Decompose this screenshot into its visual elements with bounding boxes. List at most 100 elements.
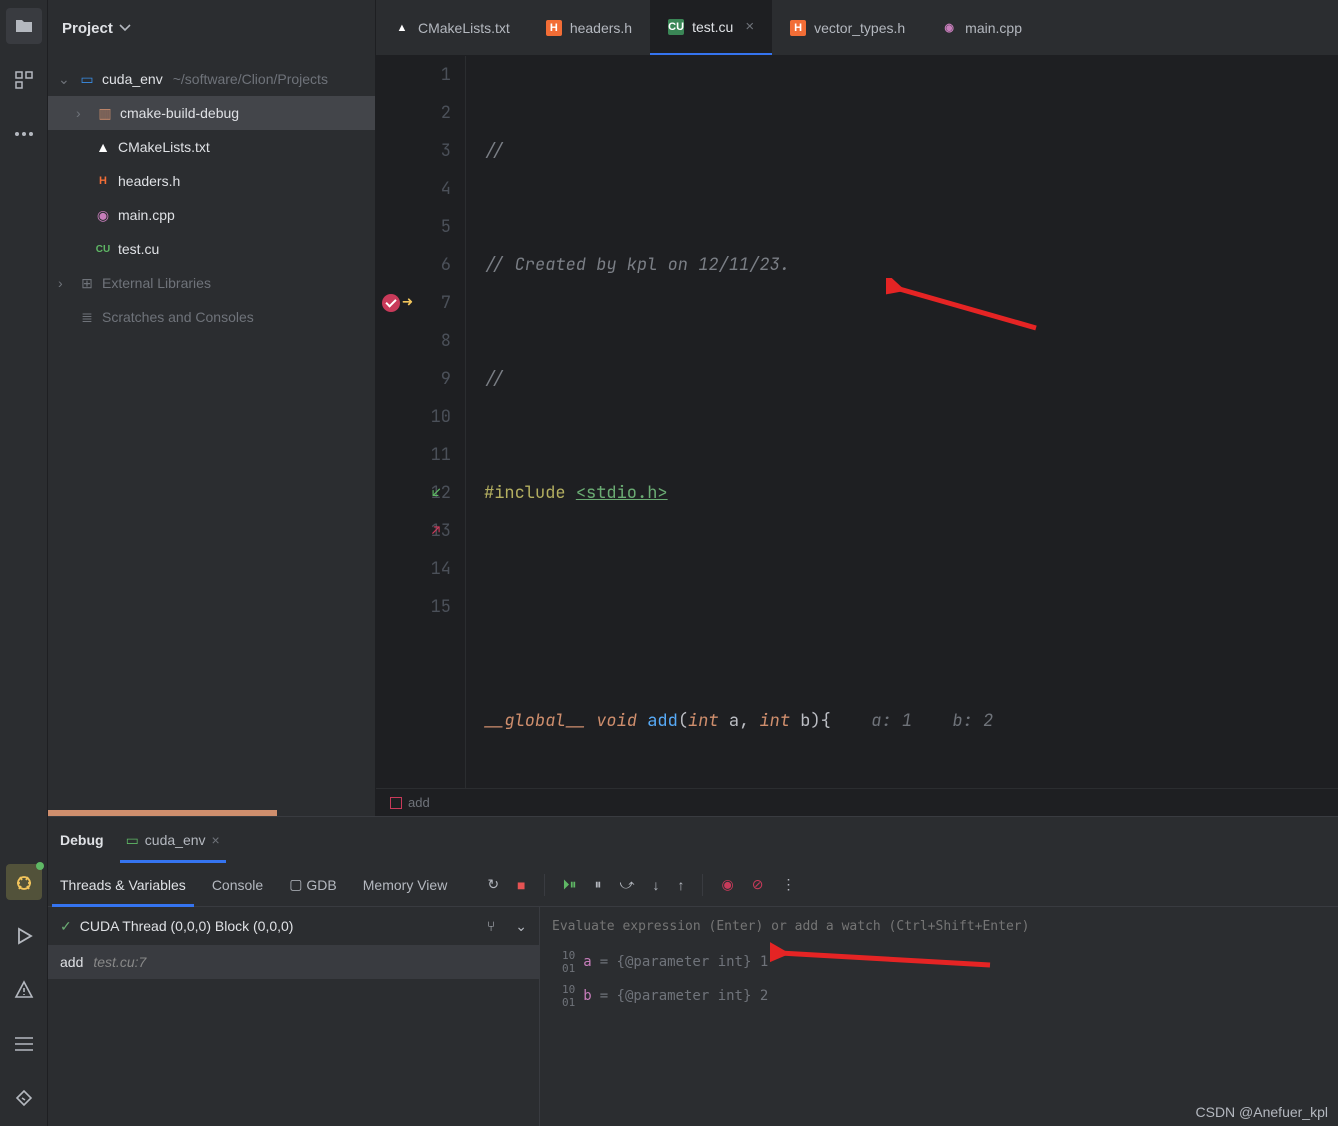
tab-testcu[interactable]: CUtest.cu× xyxy=(650,0,772,55)
more-icon[interactable] xyxy=(6,116,42,152)
line-number[interactable]: 5 xyxy=(376,208,451,246)
resume-icon[interactable]: ⏵⏸ xyxy=(563,876,577,893)
header-icon: H xyxy=(94,175,112,187)
module-icon: ▭ xyxy=(78,71,96,88)
pause-icon[interactable]: ⏸ xyxy=(595,876,602,893)
mute-breakpoints-icon[interactable]: ⊘ xyxy=(752,876,764,893)
frame-location: test.cu:7 xyxy=(93,954,146,970)
run-icon[interactable] xyxy=(6,918,42,954)
cpp-icon: ◉ xyxy=(94,207,112,224)
debug-tab[interactable]: Debug xyxy=(60,817,104,863)
line-number[interactable]: 4 xyxy=(376,170,451,208)
watermark: CSDN @Anefuer_kpl xyxy=(1196,1104,1329,1120)
annotation-arrow-1 xyxy=(886,278,1046,338)
nav-in-icon[interactable]: ↙ xyxy=(432,474,440,512)
var-type-icon: 1001 xyxy=(562,983,575,1009)
step-over-icon[interactable]: ⤻ xyxy=(620,876,635,893)
breadcrumb-bar: add xyxy=(376,788,1338,816)
code-view[interactable]: // // Created by kpl on 12/11/23. // #in… xyxy=(466,56,1338,788)
variable-row[interactable]: 1001 a = {@parameter int} 1 xyxy=(540,945,1338,979)
thread-label[interactable]: CUDA Thread (0,0,0) Block (0,0,0) xyxy=(80,918,294,934)
frame-fn: add xyxy=(60,954,83,970)
tree-folder[interactable]: › ▥ cmake-build-debug xyxy=(48,96,375,130)
problems-icon[interactable] xyxy=(6,972,42,1008)
debug-config-tab[interactable]: ▭ cuda_env × xyxy=(126,817,220,863)
close-icon[interactable]: × xyxy=(745,18,754,35)
view-breakpoints-icon[interactable]: ◉ xyxy=(721,876,733,893)
line-number[interactable]: 1 xyxy=(376,56,451,94)
tree-file[interactable]: ▲ CMakeLists.txt xyxy=(48,130,375,164)
check-icon: ✓ xyxy=(60,918,72,935)
line-number[interactable]: 2 xyxy=(376,94,451,132)
breadcrumb-fn[interactable]: add xyxy=(408,795,430,810)
chevron-down-icon xyxy=(119,24,131,32)
variable-row[interactable]: 1001 b = {@parameter int} 2 xyxy=(540,979,1338,1013)
chevron-right-icon: › xyxy=(58,275,72,291)
memory-tab[interactable]: Memory View xyxy=(363,863,448,907)
line-number[interactable]: 8 xyxy=(376,322,451,360)
project-tree: ⌄ ▭ cuda_env ~/software/Clion/Projects ›… xyxy=(48,56,375,810)
breadcrumb-icon xyxy=(390,797,402,809)
structure-icon[interactable] xyxy=(6,62,42,98)
annotation-arrow-2 xyxy=(770,939,1000,979)
tree-scratches[interactable]: ≣ Scratches and Consoles xyxy=(48,300,375,334)
chevron-right-icon: › xyxy=(76,105,90,121)
debug-panel: Debug ▭ cuda_env × Threads & Variables C… xyxy=(48,816,1338,1126)
step-into-icon[interactable]: ↓ xyxy=(652,877,659,893)
line-number[interactable]: 15 xyxy=(376,588,451,626)
tree-file[interactable]: CU test.cu xyxy=(48,232,375,266)
cu-icon: CU xyxy=(668,19,684,35)
tab-cmakelists[interactable]: ▲CMakeLists.txt xyxy=(376,0,528,55)
line-number[interactable]: 10 xyxy=(376,398,451,436)
cmake-icon: ▲ xyxy=(394,20,410,36)
folder-icon[interactable] xyxy=(6,8,42,44)
stack-frame[interactable]: add test.cu:7 xyxy=(48,945,539,979)
header-icon: H xyxy=(790,20,806,36)
header-icon: H xyxy=(546,20,562,36)
services-icon[interactable] xyxy=(6,1080,42,1116)
line-number[interactable]: 9 xyxy=(376,360,451,398)
tree-file[interactable]: H headers.h xyxy=(48,164,375,198)
tree-file[interactable]: ◉ main.cpp xyxy=(48,198,375,232)
frames-column: ✓ CUDA Thread (0,0,0) Block (0,0,0) ⑂ ⌄ … xyxy=(48,907,540,1126)
cpp-icon: ◉ xyxy=(941,20,957,36)
chevron-down-icon: ⌄ xyxy=(58,71,72,88)
tab-vectortypes[interactable]: Hvector_types.h xyxy=(772,0,923,55)
activity-bar xyxy=(0,0,48,1126)
more-icon[interactable]: ⋮ xyxy=(781,876,795,893)
step-out-icon[interactable]: ↑ xyxy=(677,877,684,893)
scratches-icon: ≣ xyxy=(78,309,96,326)
line-number[interactable]: 6 xyxy=(376,246,451,284)
line-number[interactable]: 11 xyxy=(376,436,451,474)
debug-toolbar: Threads & Variables Console ▢GDB Memory … xyxy=(48,863,1338,907)
stop-icon[interactable]: ■ xyxy=(517,877,525,893)
tree-root[interactable]: ⌄ ▭ cuda_env ~/software/Clion/Projects xyxy=(48,62,375,96)
editor-body: 1 2 3 4 5 6 7 ➜ 8 9 10 11 xyxy=(376,56,1338,788)
tree-ext-lib[interactable]: › ⊞ External Libraries xyxy=(48,266,375,300)
chevron-down-icon[interactable]: ⌄ xyxy=(515,918,527,935)
rerun-icon[interactable]: ↻ xyxy=(487,876,499,893)
breakpoint-icon[interactable] xyxy=(382,294,400,312)
tab-headers[interactable]: Hheaders.h xyxy=(528,0,650,55)
nav-out-icon[interactable]: ↗ xyxy=(432,512,440,550)
close-icon[interactable]: × xyxy=(212,832,220,848)
console-tab[interactable]: Console xyxy=(212,863,263,907)
threads-tab[interactable]: Threads & Variables xyxy=(60,863,186,907)
gutter: 1 2 3 4 5 6 7 ➜ 8 9 10 11 xyxy=(376,56,466,788)
tab-main[interactable]: ◉main.cpp xyxy=(923,0,1040,55)
project-header[interactable]: Project xyxy=(48,0,375,56)
folder-icon: ▥ xyxy=(96,105,114,122)
gdb-tab[interactable]: ▢GDB xyxy=(289,863,337,907)
execution-arrow-icon: ➜ xyxy=(402,284,413,322)
library-icon: ⊞ xyxy=(78,275,96,292)
cu-icon: CU xyxy=(94,244,112,255)
line-number[interactable]: 14 xyxy=(376,550,451,588)
project-panel: Project ⌄ ▭ cuda_env ~/software/Clion/Pr… xyxy=(48,0,376,816)
line-number[interactable]: 3 xyxy=(376,132,451,170)
variables-column: 1001 a = {@parameter int} 1 1001 b = {@p… xyxy=(540,907,1338,1126)
lines-icon[interactable] xyxy=(6,1026,42,1062)
filter-icon[interactable]: ⑂ xyxy=(487,918,495,934)
evaluate-input[interactable] xyxy=(552,919,1326,934)
cmake-icon: ▲ xyxy=(94,139,112,155)
bug-icon[interactable] xyxy=(6,864,42,900)
